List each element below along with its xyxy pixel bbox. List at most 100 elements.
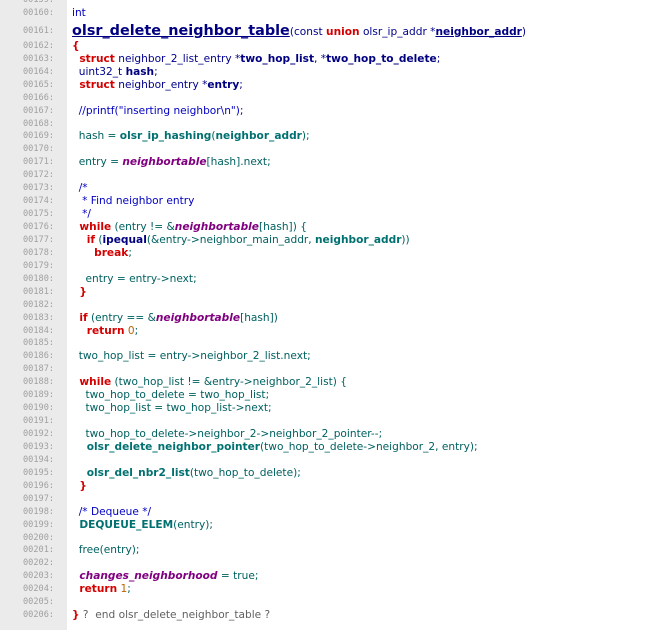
code-token: entry = <box>72 156 123 169</box>
code-line: 00188: while (two_hop_list != &entry->ne… <box>0 376 663 389</box>
line-number: 00161: <box>23 25 55 36</box>
code-text: int <box>72 7 86 20</box>
code-line: 00185: <box>0 337 663 350</box>
code-token: (two_hop_to_delete); <box>189 466 301 479</box>
code-line: 00179: <box>0 260 663 273</box>
code-token: (two_hop_to_delete->neighbor_2, entry); <box>260 440 478 453</box>
code-text: if (ipequal(&entry->neighbor_main_addr, … <box>72 234 410 247</box>
code-line: 00194: <box>0 454 663 467</box>
code-token: /* <box>72 182 88 195</box>
code-line: 00181: } <box>0 286 663 299</box>
code-line: 00191: <box>0 415 663 428</box>
code-line: 00180: entry = entry->next; <box>0 273 663 286</box>
code-token: neighbortable <box>174 221 259 233</box>
code-token: ); <box>301 130 310 143</box>
code-token: (&entry->neighbor_main_addr, <box>146 233 316 246</box>
code-token: while <box>72 376 112 389</box>
line-number: 00178: <box>23 247 55 258</box>
code-line: 00169: hash = olsr_ip_hashing(neighbor_a… <box>0 130 663 143</box>
line-number: 00159: <box>23 0 55 5</box>
code-line: 00161: olsr_delete_neighbor_table(const u… <box>0 20 663 40</box>
line-number: 00193: <box>23 441 55 452</box>
code-token: uint32_t <box>72 65 126 78</box>
code-token: two_hop_list = entry->neighbor_2_list.ne… <box>72 350 311 363</box>
code-line: 00162: { <box>0 40 663 53</box>
code-text: break; <box>72 247 132 260</box>
code-token: ; <box>127 583 131 596</box>
code-token: (entry); <box>173 518 214 531</box>
line-number: 00185: <box>23 338 55 349</box>
code-text: * Find neighbor entry <box>72 195 194 208</box>
code-text: hash = olsr_ip_hashing(neighbor_addr); <box>72 130 310 143</box>
code-text: entry = entry->next; <box>72 272 197 286</box>
code-token: ; <box>239 78 243 91</box>
line-number: 00173: <box>23 183 55 194</box>
code-token: return <box>72 583 118 596</box>
line-number: 00170: <box>23 144 55 155</box>
code-line: 00183: if (entry == &neighbortable[hash]… <box>0 312 663 325</box>
line-number: 00164: <box>23 66 55 77</box>
code-token: } <box>72 609 80 622</box>
line-number: 00168: <box>23 118 55 129</box>
code-text: uint32_t hash; <box>72 66 158 79</box>
code-line: 00173: /* <box>0 182 663 195</box>
line-number: 00187: <box>23 364 55 375</box>
line-number: 00205: <box>23 597 55 608</box>
code-token: */ <box>72 208 91 221</box>
code-token[interactable]: neighbor_addr <box>435 26 521 38</box>
code-text: } ? end olsr_delete_neighbor_table ? <box>72 609 270 622</box>
code-token: struct <box>72 78 115 91</box>
code-token[interactable]: olsr_delete_neighbor_table <box>72 23 290 39</box>
code-line: 00189: two_hop_to_delete = two_hop_list; <box>0 389 663 402</box>
line-number: 00194: <box>23 454 55 465</box>
code-line: 00197: <box>0 493 663 506</box>
code-listing: 00159: 00160: int 00161: olsr_delete_neighbo… <box>0 0 663 622</box>
code-token: { <box>72 39 80 52</box>
code-line: 00171: entry = neighbortable[hash].next; <box>0 156 663 169</box>
code-line: 00168: <box>0 118 663 131</box>
code-text: { <box>72 40 80 53</box>
line-number: 00206: <box>23 610 55 621</box>
code-token: ? end olsr_delete_neighbor_table ? <box>79 609 271 622</box>
code-token: 0 <box>124 324 135 337</box>
code-line: 00160: int <box>0 7 663 20</box>
code-text: struct neighbor_entry *entry; <box>72 79 243 92</box>
code-token: (entry != & <box>111 221 175 233</box>
code-text: olsr_del_nbr2_list(two_hop_to_delete); <box>72 467 301 480</box>
line-number: 00162: <box>23 40 55 51</box>
line-number: 00197: <box>23 493 55 504</box>
code-text: two_hop_to_delete = two_hop_list; <box>72 389 269 402</box>
code-line: 00199: DEQUEUE_ELEM(entry); <box>0 519 663 532</box>
code-line: 00196: } <box>0 480 663 493</box>
code-line: 00190: two_hop_list = two_hop_list->next… <box>0 402 663 415</box>
line-number: 00189: <box>23 390 55 401</box>
code-text: */ <box>72 208 91 221</box>
code-token: * Find neighbor entry <box>72 195 195 208</box>
line-number: 00174: <box>23 196 55 207</box>
code-line: 00201: free(entry); <box>0 544 663 557</box>
code-line: 00170: <box>0 143 663 156</box>
code-line: 00182: <box>0 299 663 312</box>
code-token: break <box>72 246 129 259</box>
line-number: 00179: <box>23 260 55 271</box>
code-text: changes_neighborhood = true; <box>72 570 258 583</box>
code-line: 00178: break; <box>0 247 663 260</box>
line-number: 00175: <box>23 209 55 220</box>
code-text: olsr_delete_neighbor_pointer(two_hop_to_… <box>72 441 478 454</box>
code-line: 00198: /* Dequeue */ <box>0 506 663 519</box>
code-text: if (entry == &neighbortable[hash]) <box>72 312 278 325</box>
code-line: 00193: olsr_delete_neighbor_pointer(two_… <box>0 441 663 454</box>
code-text: two_hop_list = entry->neighbor_2_list.ne… <box>72 350 311 363</box>
code-token: olsr_del_nbr2_list <box>72 466 190 479</box>
code-token: = true; <box>217 570 259 583</box>
code-line: 00186: two_hop_list = entry->neighbor_2_… <box>0 350 663 363</box>
code-token: ; <box>134 324 139 337</box>
code-token: 1 <box>117 583 128 596</box>
code-token: two_hop_to_delete <box>326 52 437 65</box>
line-number: 00169: <box>23 131 55 142</box>
code-token: /* Dequeue */ <box>72 505 152 518</box>
code-text: //printf("inserting neighbor\n"); <box>72 105 244 118</box>
code-token: entry = entry->next; <box>72 272 197 285</box>
code-token: (two_hop_list != &entry->neighbor_2_list… <box>111 376 347 389</box>
code-token: int <box>72 6 86 19</box>
